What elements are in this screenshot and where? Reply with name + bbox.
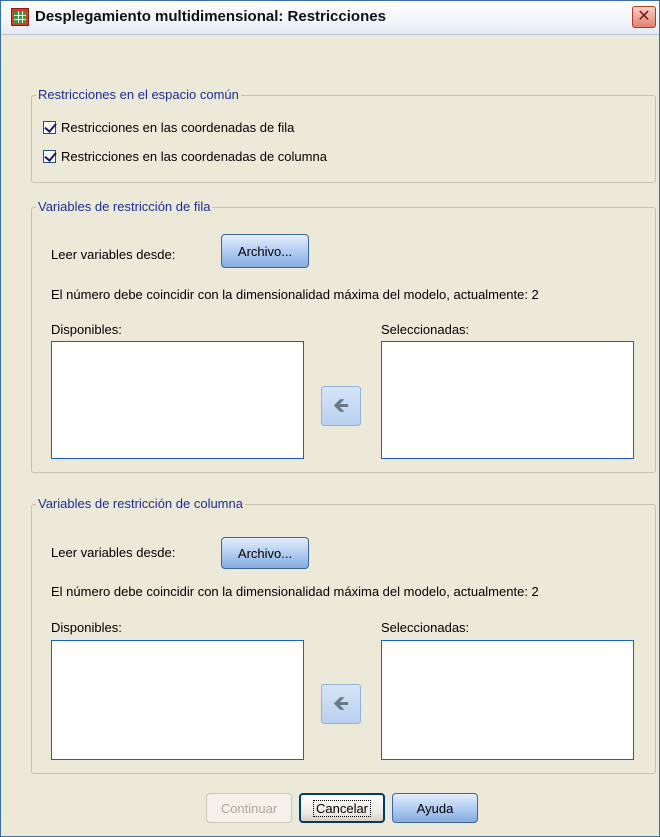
arrow-left-icon: 🡸	[332, 395, 350, 417]
row-selected-list[interactable]	[381, 341, 634, 459]
col-coords-label: Restricciones en las coordenadas de colu…	[61, 149, 327, 164]
col-move-arrow-button[interactable]: 🡸	[321, 684, 361, 724]
row-available-label: Disponibles:	[51, 322, 122, 337]
cancel-button[interactable]: Cancelar	[299, 793, 385, 823]
col-selected-list[interactable]	[381, 640, 634, 760]
continue-button[interactable]: Continuar	[206, 793, 292, 823]
row-coords-checkbox[interactable]	[43, 120, 57, 134]
col-vars-group-label: Variables de restricción de columna	[36, 496, 245, 511]
row-file-button[interactable]: Archivo...	[221, 234, 309, 268]
dialog-window: Desplegamiento multidimensional: Restric…	[0, 0, 660, 837]
common-space-group: Restricciones en el espacio común	[31, 87, 656, 183]
close-button[interactable]: ✕	[632, 6, 656, 28]
row-dimension-note: El número debe coincidir con la dimensio…	[51, 287, 539, 302]
row-available-list[interactable]	[51, 341, 304, 459]
col-file-button[interactable]: Archivo...	[221, 537, 309, 569]
arrow-left-icon: 🡸	[332, 693, 350, 715]
col-coords-checkbox-row[interactable]: Restricciones en las coordenadas de colu…	[43, 149, 463, 167]
col-coords-checkbox[interactable]	[43, 149, 57, 163]
cancel-button-label: Cancelar	[312, 799, 372, 817]
common-space-group-label: Restricciones en el espacio común	[36, 87, 241, 102]
col-dimension-note: El número debe coincidir con la dimensio…	[51, 584, 539, 599]
spreadsheet-icon	[11, 8, 29, 26]
col-available-list[interactable]	[51, 640, 304, 760]
col-read-label: Leer variables desde:	[51, 545, 176, 560]
row-vars-group-label: Variables de restricción de fila	[36, 199, 213, 214]
checkmark-icon	[44, 120, 57, 133]
row-read-label: Leer variables desde:	[51, 247, 176, 262]
row-selected-label: Seleccionadas:	[381, 322, 470, 337]
help-button[interactable]: Ayuda	[392, 793, 478, 823]
checkmark-icon	[44, 149, 57, 162]
row-coords-checkbox-row[interactable]: Restricciones en las coordenadas de fila	[43, 120, 463, 138]
row-coords-label: Restricciones en las coordenadas de fila	[61, 120, 295, 135]
col-available-label: Disponibles:	[51, 620, 122, 635]
dialog-title: Desplegamiento multidimensional: Restric…	[35, 8, 386, 25]
col-selected-label: Seleccionadas:	[381, 620, 470, 635]
row-move-arrow-button[interactable]: 🡸	[321, 386, 361, 426]
title-bar[interactable]: Desplegamiento multidimensional: Restric…	[1, 1, 659, 35]
